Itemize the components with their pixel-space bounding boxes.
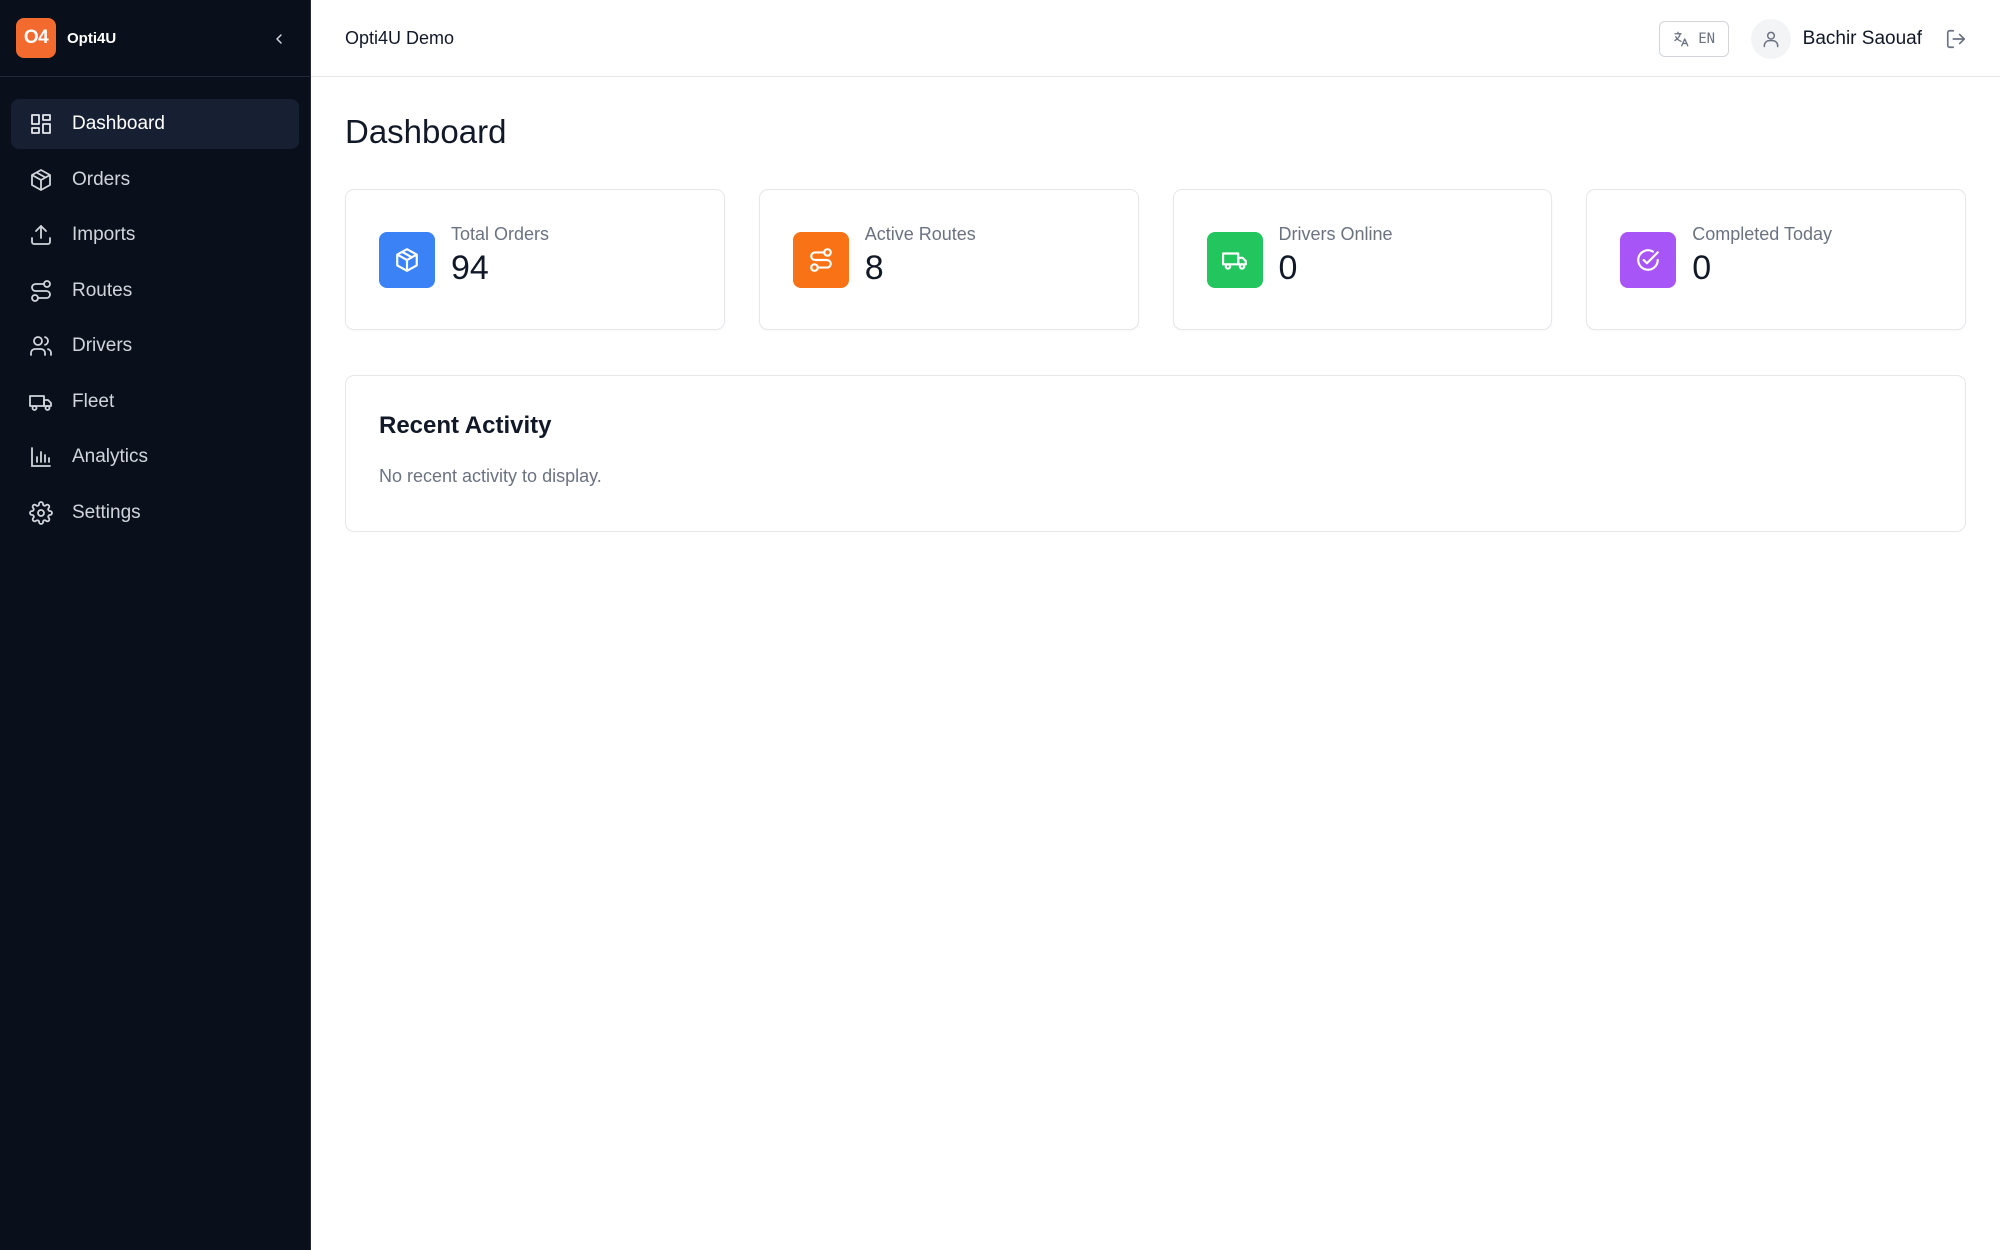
org-name: Opti4U Demo	[345, 27, 455, 48]
package-icon	[379, 231, 435, 288]
user-icon	[1763, 31, 1779, 47]
sidebar-item-analytics[interactable]: Analytics	[11, 432, 299, 482]
sidebar-item-label: Imports	[72, 224, 136, 245]
stat-label: Total Orders	[451, 223, 550, 244]
gear-icon	[28, 500, 54, 526]
stat-value: 94	[451, 248, 489, 287]
upload-icon	[28, 222, 54, 248]
chevron-left-icon	[276, 34, 282, 44]
user-name: Bachir Saouaf	[1802, 27, 1922, 49]
route-icon	[28, 278, 54, 304]
bar-chart-icon	[28, 444, 54, 470]
recent-activity-empty-text: No recent activity to display.	[379, 466, 602, 486]
sidebar-item-label: Dashboard	[72, 113, 165, 134]
truck-icon	[28, 389, 54, 415]
sidebar-item-label: Routes	[72, 279, 133, 301]
page-title: Dashboard	[345, 113, 507, 150]
stat-card-drivers-online: Drivers Online 0	[1172, 189, 1553, 330]
sidebar-nav: Dashboard Orders Imports Routes Drivers	[0, 77, 310, 538]
avatar[interactable]	[1750, 18, 1791, 59]
language-label: EN	[1698, 30, 1716, 47]
recent-activity-title: Recent Activity	[379, 412, 552, 439]
top-bar: Opti4U Demo EN Bachir Saouaf	[311, 0, 2000, 77]
brand-name: Opti4U	[67, 29, 117, 47]
sidebar-item-dashboard[interactable]: Dashboard	[11, 99, 299, 149]
stat-label: Completed Today	[1692, 223, 1833, 244]
translate-icon	[1674, 31, 1689, 46]
stat-label: Active Routes	[864, 223, 976, 244]
stat-label: Drivers Online	[1278, 223, 1393, 244]
sidebar-item-drivers[interactable]: Drivers	[11, 321, 299, 371]
sidebar-item-label: Drivers	[72, 335, 133, 356]
sidebar-item-label: Orders	[72, 168, 131, 190]
package-icon	[28, 167, 54, 193]
sidebar-item-label: Settings	[72, 501, 141, 523]
sidebar-item-settings[interactable]: Settings	[11, 488, 299, 538]
sidebar: O4 Opti4U Dashboard Orders Imports Route…	[0, 0, 311, 1250]
recent-activity-panel: Recent Activity No recent activity to di…	[345, 375, 1966, 532]
brand-logo[interactable]: O4	[16, 18, 56, 58]
top-bar-actions: EN Bachir Saouaf	[1658, 0, 1970, 77]
language-switcher-button[interactable]: EN	[1658, 20, 1729, 57]
users-icon	[28, 333, 54, 359]
logout-button[interactable]	[1942, 25, 1970, 53]
check-circle-icon	[1620, 231, 1677, 288]
stat-value: 8	[864, 248, 884, 287]
brand: O4 Opti4U	[0, 0, 310, 77]
collapse-sidebar-button[interactable]	[266, 26, 292, 52]
sidebar-item-fleet[interactable]: Fleet	[11, 377, 299, 427]
stat-card-active-routes: Active Routes 8	[758, 189, 1139, 330]
sidebar-item-label: Fleet	[72, 390, 115, 412]
sidebar-item-orders[interactable]: Orders	[11, 155, 299, 205]
logout-icon	[1946, 29, 1966, 48]
stat-value: 0	[1278, 248, 1298, 287]
sidebar-item-routes[interactable]: Routes	[11, 266, 299, 316]
main-content: Dashboard Total Orders 94 Active Routes …	[345, 77, 1966, 532]
dashboard-icon	[28, 111, 54, 137]
stat-value: 0	[1692, 248, 1712, 287]
stats-row: Total Orders 94 Active Routes 8 Drivers …	[345, 189, 1966, 330]
route-icon	[792, 231, 849, 288]
sidebar-item-imports[interactable]: Imports	[11, 210, 299, 260]
sidebar-item-label: Analytics	[72, 446, 149, 467]
truck-icon	[1206, 231, 1263, 288]
stat-card-total-orders: Total Orders 94	[345, 189, 725, 330]
stat-card-completed-today: Completed Today 0	[1586, 189, 1966, 330]
